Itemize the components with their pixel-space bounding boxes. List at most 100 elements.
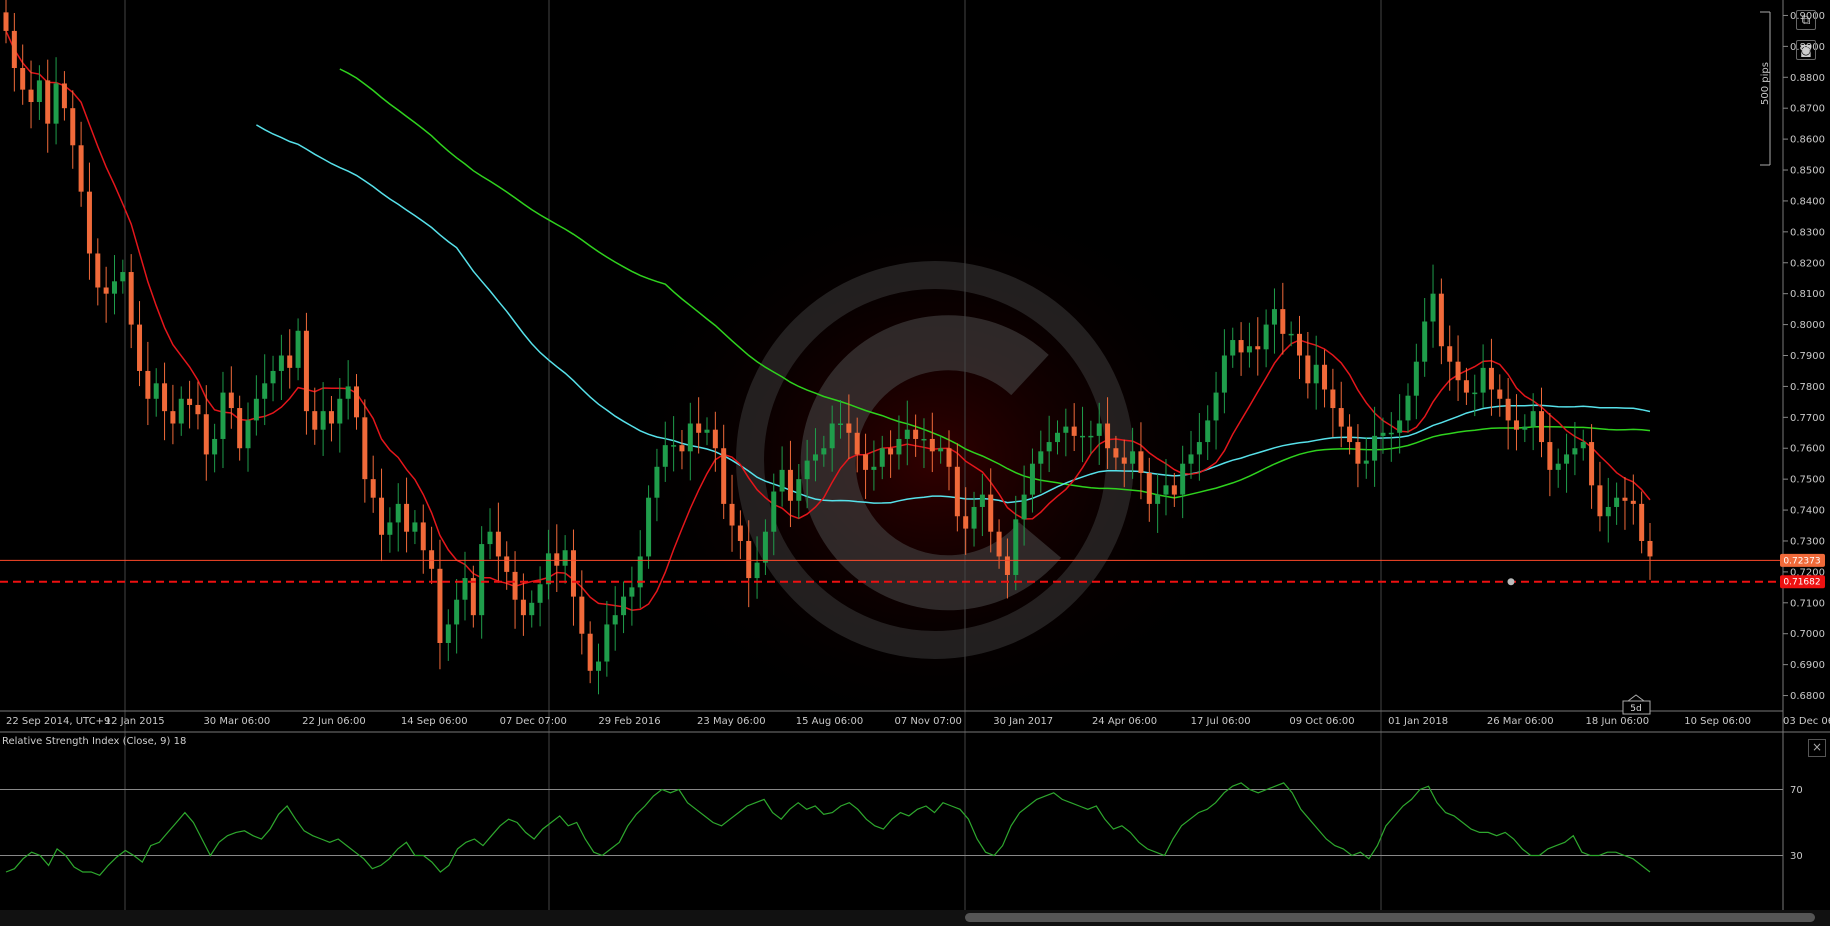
candle-body [1213,392,1219,421]
candle-body [28,89,34,103]
y-tick-label: 0.7500 [1790,475,1825,486]
candle-body [1105,423,1111,449]
candle-body [120,272,126,282]
candle-body [562,550,568,566]
candle-body [504,556,510,572]
candle-body [262,383,268,399]
candle-body [1004,556,1010,575]
candle-body [1455,361,1461,381]
candle-body [888,448,894,455]
candle-body [1539,411,1545,443]
candle-body [445,624,451,643]
candle-body [487,531,493,545]
candle-body [921,438,927,441]
candle-body [337,398,343,424]
scrollbar-thumb[interactable] [965,913,1815,922]
y-tick-label: 0.7600 [1790,444,1825,455]
candle-body [996,531,1002,557]
chart-stage[interactable]: 0.90000.89000.88000.87000.86000.85000.84… [0,0,1830,926]
candle-body [187,398,193,405]
candle-body [362,417,368,480]
candle-body [1338,408,1344,427]
candle-body [704,429,710,433]
candle-body [946,448,952,467]
candle-body [1530,411,1536,427]
y-tick-label: 0.7400 [1790,506,1825,517]
horizontal-scrollbar[interactable] [0,910,1830,926]
candle-body [871,466,877,470]
y-tick-label: 0.7000 [1790,629,1825,640]
candle-body [404,503,410,532]
candle-body [604,624,610,662]
candle-body [370,479,376,498]
candle-body [988,494,994,532]
candle-body [938,448,944,452]
x-tick-label: 22 Jun 06:00 [302,716,366,727]
rsi-title: Relative Strength Index (Close, 9) 18 [2,736,187,747]
candle-body [153,383,159,399]
x-tick-label: 18 Jun 06:00 [1586,716,1650,727]
candle-body [929,438,935,452]
candle-body [312,411,318,430]
candle-body [829,423,835,449]
candle-body [70,108,76,146]
candle-body [1297,333,1303,356]
candle-body [454,599,460,625]
candle-body [1121,457,1127,464]
candle-body [879,448,885,467]
candle-body [1238,340,1244,353]
candle-body [587,633,593,671]
current-price-label: 0.72373 [1783,556,1820,566]
candle-body [729,503,735,526]
candle-body [1221,355,1227,393]
popout-icon[interactable]: ⧉ [1796,10,1816,30]
candle-body [612,615,618,625]
x-tick-label: 24 Apr 06:00 [1092,716,1157,727]
candle-body [1589,442,1595,486]
candle-body [1580,442,1586,449]
close-icon[interactable]: × [1808,739,1826,757]
candle-body [278,355,284,371]
candle-body [395,503,401,523]
x-tick-label: 22 Sep 2014, UTC+9 [6,716,110,727]
candle-body [220,392,226,439]
candle-body [654,466,660,498]
candle-body [1096,423,1102,436]
candle-body [1163,485,1169,495]
candle-body [1547,442,1553,470]
candle-body [671,445,677,447]
candle-body [1438,293,1444,347]
candle-body [103,287,109,294]
camera-icon[interactable]: ◙ [1796,40,1816,60]
candle-body [1246,346,1252,353]
candle-body [838,423,844,426]
candle-body [854,432,860,455]
candle-body [1071,426,1077,436]
candle-body [429,550,435,569]
candle-body [629,587,635,597]
candle-body [1313,364,1319,384]
candle-body [1263,324,1269,350]
candle-body [1555,463,1561,470]
candle-body [1305,355,1311,384]
candle-body [1355,442,1361,464]
y-tick-label: 0.7700 [1790,413,1825,424]
candle-body [1130,451,1136,464]
candle-body [203,414,209,455]
candle-body [387,522,393,535]
candle-body [245,420,251,449]
candle-body [1472,392,1478,395]
candle-body [646,497,652,557]
y-tick-label: 0.8200 [1790,258,1825,269]
candle-body [1430,293,1436,322]
candle-body [20,68,26,90]
candle-body [1522,426,1528,430]
line-drag-handle[interactable] [1507,578,1515,586]
candle-body [721,448,727,504]
x-tick-label: 09 Oct 06:00 [1289,716,1354,727]
x-tick-label: 07 Nov 07:00 [895,716,962,727]
candle-body [303,330,309,412]
rsi-level-label: 30 [1790,851,1803,862]
candle-body [579,596,585,634]
x-tick-label: 07 Dec 07:00 [500,716,567,727]
